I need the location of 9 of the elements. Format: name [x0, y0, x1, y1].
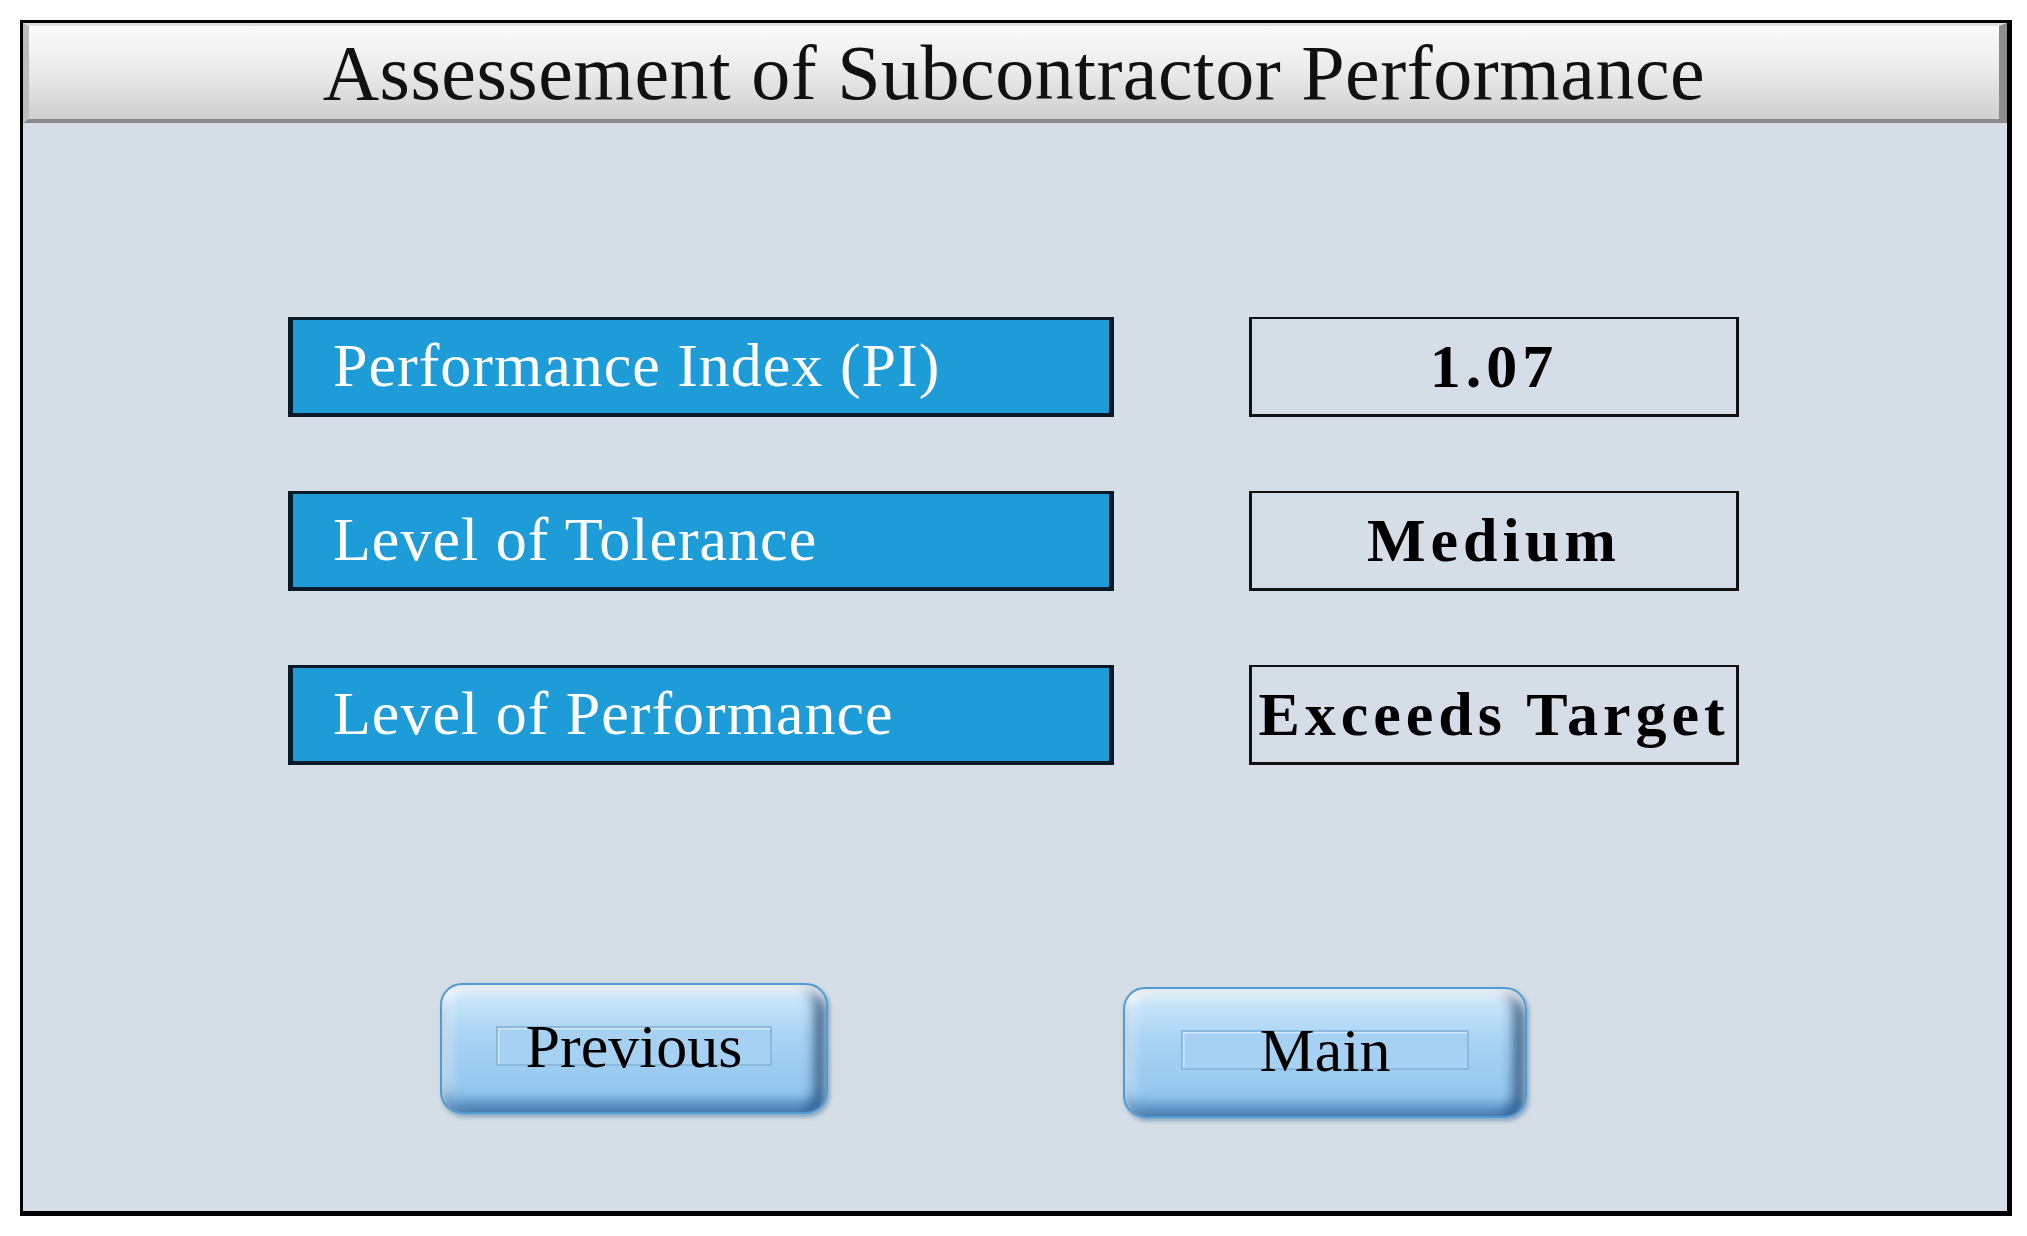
field-label: Level of Tolerance: [288, 491, 1114, 591]
nav-button[interactable]: Main: [1123, 987, 1527, 1118]
value-field: Exceeds Target: [1249, 665, 1739, 765]
value-field: 1.07: [1249, 317, 1739, 417]
field-label: Performance Index (PI): [288, 317, 1114, 417]
value-field: Medium: [1249, 491, 1739, 591]
field-label: Level of Performance: [288, 665, 1114, 765]
nav-button[interactable]: Previous: [440, 983, 828, 1114]
window-title: Assessement of Subcontractor Performance: [322, 29, 1706, 116]
